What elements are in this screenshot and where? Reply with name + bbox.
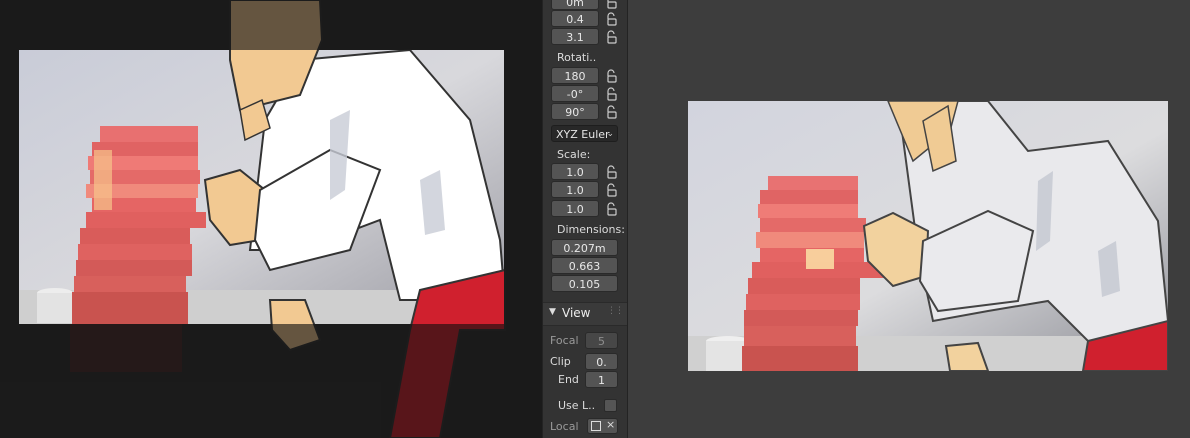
view-panel-header[interactable]: ▼ View ⋮⋮⋮	[543, 302, 627, 326]
render-preview-scene	[688, 101, 1168, 371]
location-z-field[interactable]: 3.1	[551, 28, 599, 45]
lock-icon[interactable]	[605, 202, 619, 216]
camera-frame	[19, 50, 504, 324]
lock-icon[interactable]	[605, 87, 619, 101]
box-icon	[591, 421, 601, 431]
rotation-z-field[interactable]: 90°	[551, 103, 599, 120]
rotation-label: Rotati..	[557, 51, 597, 64]
location-y-field[interactable]: 0.4	[551, 10, 599, 27]
scale-label: Scale:	[557, 148, 591, 161]
checkbox-icon[interactable]	[604, 399, 617, 412]
rotation-mode-value: XYZ Euler	[556, 128, 610, 141]
lock-icon[interactable]	[605, 12, 619, 26]
close-icon[interactable]: ×	[606, 418, 615, 431]
passepartout-right	[504, 50, 542, 324]
lock-icon[interactable]	[605, 69, 619, 83]
location-x-field[interactable]: 0m	[551, 0, 599, 10]
lock-icon[interactable]	[605, 0, 619, 9]
use-local-label: Use L..	[558, 399, 596, 412]
passepartout-bottom	[0, 324, 542, 438]
rotation-mode-dropdown[interactable]: XYZ Euler ⌄	[551, 125, 618, 142]
focal-label: Focal	[550, 334, 579, 347]
local-camera-field[interactable]: ×	[587, 418, 618, 434]
view-panel-title: View	[562, 306, 591, 320]
lock-icon[interactable]	[605, 183, 619, 197]
passepartout-top	[0, 0, 542, 50]
passepartout-left	[0, 50, 19, 324]
clip-end-label: End	[558, 373, 579, 386]
clip-end-field[interactable]: 1	[585, 371, 618, 388]
rotation-x-field[interactable]: 180	[551, 67, 599, 84]
dimensions-label: Dimensions:	[557, 223, 625, 236]
lock-icon[interactable]	[605, 105, 619, 119]
dimensions-z-field[interactable]: 0.105	[551, 275, 618, 292]
render-preview[interactable]	[688, 101, 1168, 371]
local-label: Local	[550, 420, 579, 433]
rotation-y-field[interactable]: -0°	[551, 85, 599, 102]
clip-label: Clip	[550, 355, 571, 368]
dimensions-y-field[interactable]: 0.663	[551, 257, 618, 274]
chevron-down-icon: ⌄	[606, 129, 614, 139]
clip-start-field[interactable]: 0.	[585, 353, 618, 370]
triangle-down-icon: ▼	[549, 307, 556, 317]
camera-viewport[interactable]	[0, 0, 542, 438]
scale-y-field[interactable]: 1.0	[551, 181, 599, 198]
focal-field[interactable]: 5	[585, 332, 618, 349]
properties-sidebar: 0m 0.4 3.1 Rotati.. 180 -0° 90° XYZ Eule…	[542, 0, 628, 438]
dimensions-x-field[interactable]: 0.207m	[551, 239, 618, 256]
lock-icon[interactable]	[605, 30, 619, 44]
lock-icon[interactable]	[605, 165, 619, 179]
drag-handle-icon[interactable]: ⋮⋮⋮	[607, 306, 627, 316]
scale-x-field[interactable]: 1.0	[551, 163, 599, 180]
scale-z-field[interactable]: 1.0	[551, 200, 599, 217]
